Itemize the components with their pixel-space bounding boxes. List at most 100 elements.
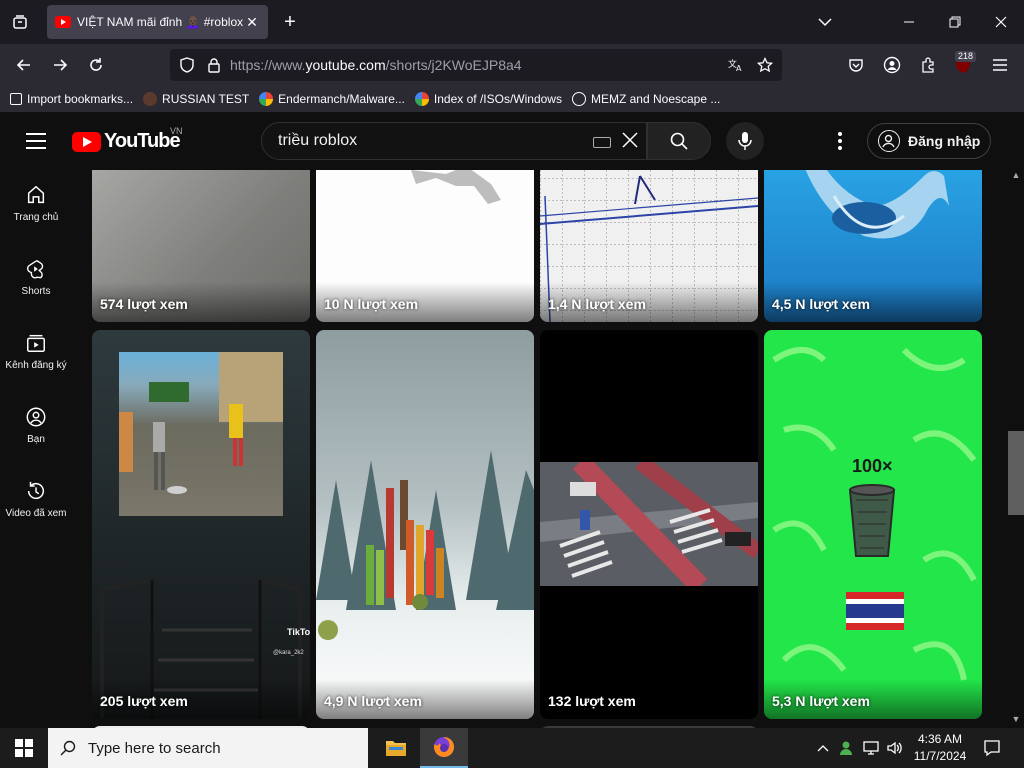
pocket-icon (849, 59, 863, 72)
scroll-down-arrow-icon[interactable]: ▼ (1010, 714, 1022, 726)
back-button[interactable] (9, 50, 39, 80)
view-count: 4,9 N lượt xem (324, 693, 422, 709)
browser-navigation-bar: https://www. youtube.com/shorts/j2KWoEJP8… (0, 44, 1024, 86)
taskbar-search-box[interactable]: Type here to search (48, 728, 368, 768)
google-icon (259, 92, 274, 106)
search-button[interactable] (647, 122, 711, 160)
multiplier-text: 100× (852, 456, 893, 476)
clear-search-icon[interactable] (620, 131, 640, 151)
globe-icon (571, 92, 586, 106)
start-button[interactable] (0, 728, 48, 768)
short-thumbnail-card[interactable]: 4,9 N lượt xem (316, 330, 534, 719)
tab-list-button[interactable] (0, 0, 40, 44)
subscriptions-icon (27, 334, 45, 352)
sidebar-item-label: Kênh đăng ký (5, 359, 67, 371)
close-window-button[interactable] (978, 0, 1024, 44)
sign-in-button[interactable]: Đăng nhập (867, 123, 991, 159)
mini-guide-sidebar: Trang chủ Shorts Kênh đăng ký Bạn Video … (0, 170, 72, 728)
tracking-shield-icon[interactable] (179, 57, 195, 73)
address-bar[interactable]: https://www. youtube.com/shorts/j2KWoEJP8… (170, 49, 782, 81)
youtube-header: YouTube VN triều roblox Đăng nhập (0, 112, 1024, 170)
folder-icon (386, 741, 406, 756)
puzzle-icon (922, 57, 934, 73)
bookmark-item[interactable]: MEMZ and Noescape ... (571, 92, 720, 106)
snowy-forest-game-image (316, 450, 534, 640)
pocket-button[interactable] (841, 50, 871, 80)
network-icon[interactable] (860, 728, 882, 768)
clock-date: 11/7/2024 (913, 749, 967, 763)
green-screen-basket-image (772, 347, 977, 681)
volume-icon[interactable] (884, 728, 906, 768)
tiktok-username: @kara_2k2 (273, 650, 304, 656)
notification-center-icon[interactable] (980, 728, 1004, 768)
minimize-button[interactable] (886, 0, 932, 44)
view-count: 1,4 N lượt xem (548, 296, 646, 312)
extensions-button[interactable] (913, 50, 943, 80)
reload-icon (90, 58, 102, 71)
firefox-taskbar-button[interactable] (420, 728, 468, 768)
you-icon (26, 407, 46, 426)
youtube-logo[interactable]: YouTube VN (72, 126, 183, 153)
short-thumbnail-card[interactable]: 100× 5,3 N lượt xem (764, 330, 982, 719)
history-icon (27, 481, 45, 499)
youtube-favicon-icon (55, 16, 71, 28)
tab-overflow-chevron-icon[interactable] (802, 0, 848, 44)
crosswalk-game-image (540, 462, 758, 586)
short-thumbnail-card[interactable]: TikTok @kara_2k2 205 lượt xem (92, 330, 310, 719)
people-icon[interactable] (836, 728, 858, 768)
reload-button[interactable] (81, 50, 111, 80)
sidebar-item-subscriptions[interactable]: Kênh đăng ký (0, 314, 72, 388)
short-thumbnail-card[interactable]: 4,5 N lượt xem (764, 170, 982, 322)
bookmark-item[interactable]: Import bookmarks... (10, 92, 133, 106)
view-count: 132 lượt xem (548, 693, 636, 709)
windows-logo-icon (15, 739, 33, 757)
lock-icon[interactable] (206, 57, 222, 73)
bookmark-item[interactable]: Endermanch/Malware... (259, 92, 405, 106)
view-count: 205 lượt xem (100, 693, 188, 709)
home-icon (27, 185, 45, 203)
bookmarks-bar: Import bookmarks... RUSSIAN TEST Enderma… (0, 86, 1024, 112)
show-hidden-icons-chevron-icon[interactable] (814, 728, 832, 768)
arrow-right-icon (54, 59, 68, 71)
keyboard-icon[interactable] (593, 137, 611, 148)
stairs-water-image (100, 578, 302, 719)
scroll-up-arrow-icon[interactable]: ▲ (1010, 170, 1022, 182)
guide-menu-button[interactable] (26, 133, 46, 149)
forward-button[interactable] (45, 50, 75, 80)
short-thumbnail-card[interactable]: 1,4 N lượt xem (540, 170, 758, 322)
google-icon (414, 92, 429, 106)
search-input[interactable]: triều roblox (261, 122, 647, 160)
bookmark-item[interactable]: Index of /ISOs/Windows (414, 92, 562, 106)
sidebar-item-you[interactable]: Bạn (0, 388, 72, 462)
bookmark-star-icon[interactable] (757, 57, 773, 73)
account-button[interactable] (877, 50, 907, 80)
translate-icon[interactable]: 文A (728, 57, 744, 73)
tab-close-icon[interactable]: ✕ (244, 14, 260, 31)
tab-title: VIỆT NAM mãi đỉnh 👩🏿‍🦲 #roblox (77, 15, 244, 29)
view-count: 10 N lượt xem (324, 296, 419, 312)
tab-active[interactable]: VIỆT NAM mãi đỉnh 👩🏿‍🦲 #roblox ✕ (47, 5, 268, 39)
short-thumbnail-card[interactable]: 574 lượt xem (92, 170, 310, 322)
microphone-icon (738, 132, 752, 150)
app-menu-button[interactable] (985, 50, 1015, 80)
view-count: 5,3 N lượt xem (772, 693, 870, 709)
tiktok-watermark: TikTok (287, 627, 310, 637)
restore-button[interactable] (932, 0, 978, 44)
sidebar-item-label: Bạn (27, 433, 45, 445)
taskbar-clock[interactable]: 4:36 AM 11/7/2024 (906, 731, 974, 765)
sidebar-item-history[interactable]: Video đã xem (0, 462, 72, 536)
sign-in-label: Đăng nhập (908, 133, 981, 149)
file-explorer-button[interactable] (372, 728, 420, 768)
new-tab-button[interactable]: + (280, 10, 300, 34)
settings-more-button[interactable] (830, 129, 850, 153)
short-thumbnail-card[interactable]: 10 N lượt xem (316, 170, 534, 322)
view-count: 574 lượt xem (100, 296, 188, 312)
voice-search-button[interactable] (726, 122, 764, 160)
sidebar-item-home[interactable]: Trang chủ (0, 166, 72, 240)
tab-list-icon (13, 15, 27, 29)
sidebar-item-shorts[interactable]: Shorts (0, 240, 72, 314)
extension-badge-count: 218 (955, 51, 977, 62)
short-thumbnail-card[interactable]: 132 lượt xem (540, 330, 758, 719)
bookmark-item[interactable]: RUSSIAN TEST (143, 92, 249, 106)
page-scrollbar-thumb[interactable] (1008, 431, 1024, 515)
